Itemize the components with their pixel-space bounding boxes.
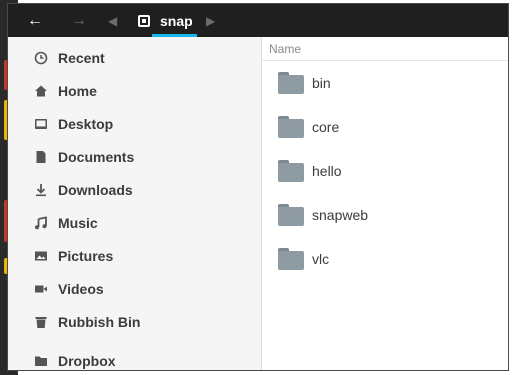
file-manager-window: ← → ◀ snap ▶ Recent Home Desktop Documen… — [7, 3, 509, 371]
file-item-snapweb[interactable]: snapweb — [262, 195, 508, 235]
folder-icon — [278, 72, 304, 94]
column-header-label: Name — [269, 41, 302, 56]
download-icon — [32, 183, 50, 197]
desktop-icon — [32, 117, 50, 131]
file-item-hello[interactable]: hello — [262, 151, 508, 191]
forward-button[interactable]: → — [62, 4, 96, 37]
file-name: core — [312, 119, 340, 135]
sidebar-item-label: Desktop — [58, 116, 114, 132]
sidebar-item-dropbox[interactable]: Dropbox — [8, 346, 262, 370]
document-icon — [32, 150, 50, 164]
music-icon — [32, 216, 50, 230]
sidebar-item-label: Documents — [58, 149, 135, 165]
folder-icon — [278, 160, 304, 182]
folder-icon — [278, 204, 304, 226]
folder-icon — [278, 248, 304, 270]
file-name: bin — [312, 75, 331, 91]
trash-icon — [32, 315, 50, 329]
sidebar-item-downloads[interactable]: Downloads — [8, 175, 262, 205]
file-item-vlc[interactable]: vlc — [262, 239, 508, 279]
arrow-left-icon: ← — [27, 11, 43, 29]
file-item-core[interactable]: core — [262, 107, 508, 147]
file-name: snapweb — [312, 207, 369, 223]
header-bar: ← → ◀ snap ▶ — [8, 4, 508, 37]
file-item-bin[interactable]: bin — [262, 63, 508, 103]
arrow-right-icon: → — [71, 11, 87, 29]
chevron-right-icon[interactable]: ▶ — [206, 4, 215, 37]
sidebar-item-recent[interactable]: Recent — [8, 43, 262, 73]
breadcrumb-snap[interactable]: snap — [130, 4, 201, 37]
sidebar-item-home[interactable]: Home — [8, 76, 262, 106]
sidebar-item-documents[interactable]: Documents — [8, 142, 262, 172]
sidebar-item-label: Videos — [58, 281, 104, 297]
video-icon — [32, 282, 50, 296]
sidebar-item-label: Home — [58, 83, 97, 99]
sidebar-item-label: Downloads — [58, 182, 133, 198]
sidebar-item-label: Dropbox — [58, 353, 116, 369]
file-name: vlc — [312, 251, 330, 267]
sidebar-item-videos[interactable]: Videos — [8, 274, 262, 304]
sidebar-item-pictures[interactable]: Pictures — [8, 241, 262, 271]
home-icon — [32, 84, 50, 98]
sidebar-item-label: Rubbish Bin — [58, 314, 141, 330]
sidebar-item-label: Recent — [58, 50, 105, 66]
back-button[interactable]: ← — [18, 4, 52, 37]
drive-icon — [138, 14, 150, 27]
file-list: Name bin core hello snapweb vlc — [262, 37, 508, 370]
sidebar-item-rubbish-bin[interactable]: Rubbish Bin — [8, 307, 262, 337]
pictures-icon — [32, 249, 50, 263]
sidebar-item-label: Music — [58, 215, 98, 231]
chevron-left-icon[interactable]: ◀ — [108, 4, 117, 37]
file-name: hello — [312, 163, 342, 179]
sidebar-item-music[interactable]: Music — [8, 208, 262, 238]
column-header-name[interactable]: Name — [262, 37, 508, 61]
folder-icon — [32, 354, 50, 368]
breadcrumb-label: snap — [160, 12, 193, 29]
sidebar: Recent Home Desktop Documents Downloads — [8, 37, 262, 370]
sidebar-item-label: Pictures — [58, 248, 114, 264]
sidebar-item-desktop[interactable]: Desktop — [8, 109, 262, 139]
folder-icon — [278, 116, 304, 138]
clock-icon — [32, 51, 50, 65]
